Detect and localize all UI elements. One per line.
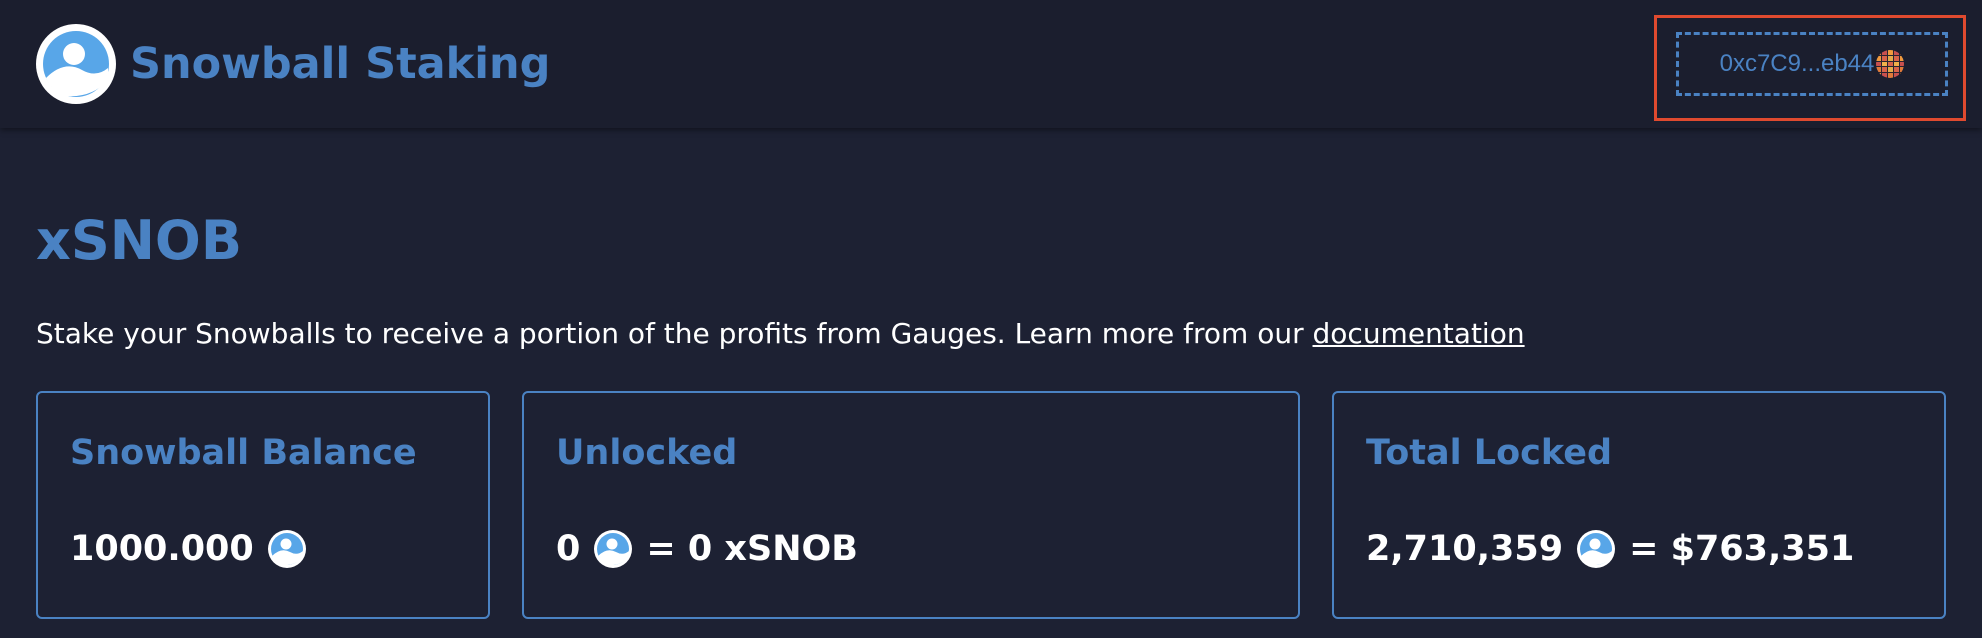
app-header: Snowball Staking 0xc7C9...eb44 [0,0,1982,128]
card-title: Total Locked [1366,433,1613,473]
snowball-token-icon [267,530,306,568]
total-locked-equivalent: = $763,351 [1629,529,1855,569]
total-locked-amount: 2,710,359 [1366,529,1564,569]
documentation-link[interactable]: documentation [1313,317,1525,350]
wallet-connect-button[interactable]: 0xc7C9...eb44 [1676,32,1948,96]
snowball-token-icon [594,530,633,568]
balance-amount: 1000.000 [70,529,254,569]
unlocked-amount: 0 [556,529,581,569]
unlocked-card: Unlocked 0 = 0 xSNOB [522,391,1300,619]
description-text: Stake your Snowballs to receive a portio… [36,317,1313,350]
total-locked-card: Total Locked 2,710,359 = $763,351 [1332,391,1946,619]
app-title: Snowball Staking [130,39,551,89]
page-description: Stake your Snowballs to receive a portio… [36,314,1525,354]
snowball-balance-card: Snowball Balance 1000.000 [36,391,490,619]
balance-value: 1000.000 [70,529,320,569]
total-locked-value: 2,710,359 = $763,351 [1366,529,1854,569]
snowball-token-icon [1577,530,1616,568]
card-title: Unlocked [556,433,738,473]
wallet-identicon-icon [1876,50,1905,78]
wallet-address: 0xc7C9...eb44 [1719,50,1875,77]
unlocked-value: 0 = 0 xSNOB [556,529,858,569]
brand[interactable]: Snowball Staking [36,24,550,104]
snowball-logo-icon [36,24,116,104]
card-title: Snowball Balance [70,433,417,473]
page-title: xSNOB [36,209,242,272]
unlocked-equivalent: = 0 xSNOB [646,529,858,569]
